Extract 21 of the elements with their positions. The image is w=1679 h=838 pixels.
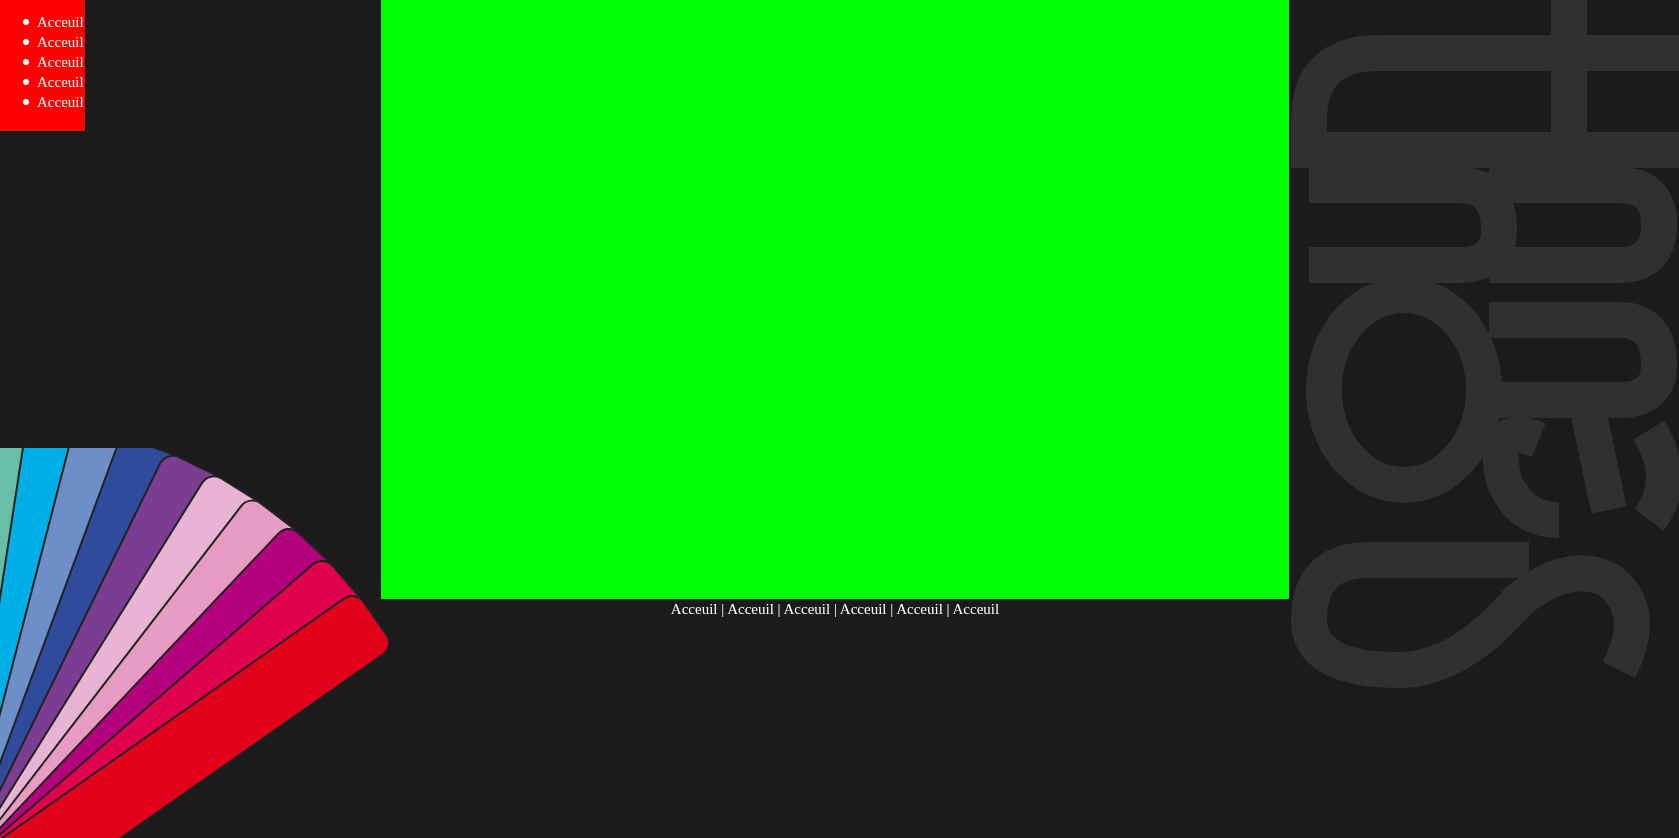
footer-link[interactable]: Acceuil	[783, 601, 831, 617]
menu-link[interactable]: Acceuil	[37, 93, 84, 111]
menu-link[interactable]: Acceuil	[37, 73, 84, 91]
bullet-icon	[23, 99, 29, 105]
footer-link[interactable]: Acceuil	[727, 601, 774, 617]
footer-link[interactable]: Acceuil	[839, 601, 887, 617]
link-separator: |	[832, 601, 838, 617]
bullet-icon	[23, 59, 29, 65]
menu-link[interactable]: Acceuil	[37, 33, 84, 51]
link-separator: |	[776, 601, 782, 617]
bullet-icon	[23, 19, 29, 25]
link-separator: |	[720, 601, 726, 617]
menu-link[interactable]: Acceuil	[37, 53, 84, 71]
menu-link[interactable]: Acceuil	[37, 13, 84, 31]
link-separator: |	[945, 601, 951, 617]
bullet-icon	[23, 39, 29, 45]
footer-link[interactable]: Acceuil	[670, 601, 718, 617]
footer-link[interactable]: Acceuil	[952, 601, 1000, 617]
bullet-icon	[23, 79, 29, 85]
link-separator: |	[889, 601, 895, 617]
footer-link[interactable]: Acceuil	[896, 601, 943, 617]
